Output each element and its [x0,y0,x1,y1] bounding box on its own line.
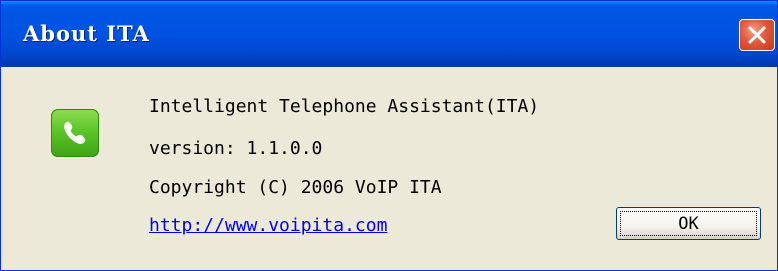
ok-button[interactable]: OK [616,207,761,240]
website-link[interactable]: http://www.voipita.com [149,215,387,236]
version-text: version: 1.1.0.0 [149,138,323,159]
copyright-text: Copyright (C) 2006 VoIP ITA [149,177,442,198]
title-bar[interactable]: About ITA [1,1,777,67]
close-button[interactable] [739,19,775,51]
window-title: About ITA [23,21,150,46]
about-dialog: About ITA Intelligent Telephone Assistan… [0,0,778,271]
phone-icon [51,109,99,157]
product-name: Intelligent Telephone Assistant(ITA) [149,96,540,117]
close-icon [748,26,766,44]
